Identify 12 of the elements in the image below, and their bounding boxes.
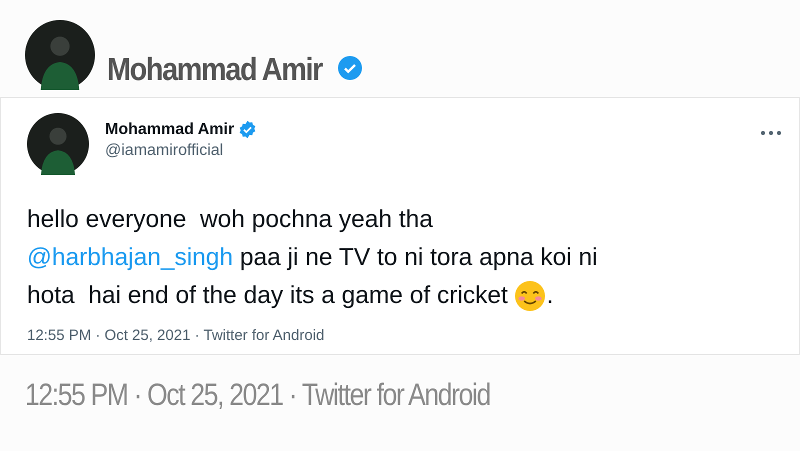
author-handle[interactable]: @iamamirofficial (105, 142, 258, 160)
avatar-icon (27, 113, 89, 175)
tweet-text: . (546, 281, 554, 311)
author-name: Mohammad Amir (107, 51, 322, 88)
smiling-face-icon (514, 281, 545, 311)
tweet-timestamp[interactable]: 12:55 PM · Oct 25, 2021 · Twitter for Android (27, 327, 324, 344)
tweet-timestamp: 12:55 PM · Oct 25, 2021 · Twitter for Android (25, 377, 490, 413)
tweet-text: hello everyone woh pochna yeah tha (27, 205, 433, 235)
tweet-text: paa ji ne TV to ni tora apna koi ni (238, 243, 598, 273)
author-name[interactable]: Mohammad Amir (105, 120, 234, 138)
more-options-icon[interactable] (761, 131, 781, 135)
tweet-text: hota hai end of the day its a game of cricket (27, 281, 509, 311)
